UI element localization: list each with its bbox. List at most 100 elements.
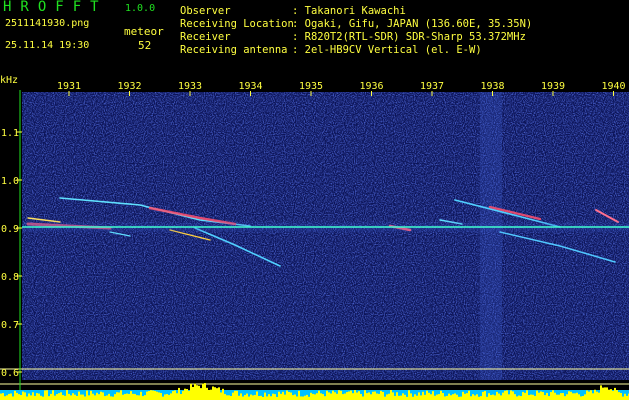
level-bar: [134, 393, 136, 400]
level-bar: [584, 394, 586, 400]
level-bar: [556, 394, 558, 400]
level-bar: [426, 390, 428, 400]
level-bar: [86, 390, 88, 400]
level-bar: [266, 396, 268, 400]
level-bar: [56, 394, 58, 400]
level-bar: [200, 388, 202, 400]
level-bar: [140, 391, 142, 400]
level-bar: [530, 394, 532, 400]
level-bar: [238, 395, 240, 400]
level-bar: [488, 393, 490, 400]
level-bar: [390, 390, 392, 400]
level-bar: [20, 395, 22, 400]
level-bar: [408, 390, 410, 400]
level-bar: [156, 391, 158, 400]
level-bar: [590, 390, 592, 400]
level-bar: [284, 394, 286, 400]
level-bar: [168, 394, 170, 400]
level-bar: [46, 390, 48, 400]
level-bar: [28, 393, 30, 400]
level-bar: [340, 390, 342, 400]
level-bar: [102, 392, 104, 400]
level-bar: [330, 393, 332, 400]
level-bar: [512, 391, 514, 400]
level-bar: [310, 392, 312, 400]
level-bar: [202, 383, 204, 400]
y-axis: 1.1 1.0 0.9 0.8 0.7 0.6: [1, 128, 22, 379]
level-bar: [132, 393, 134, 400]
level-bar: [416, 395, 418, 400]
level-bar: [68, 393, 70, 400]
level-bar: [72, 393, 74, 400]
spectrogram-noise: [22, 92, 629, 380]
x-tick-label: 1937: [420, 81, 444, 92]
level-bar: [550, 392, 552, 400]
level-bar: [50, 393, 52, 400]
level-bar: [126, 393, 128, 400]
level-bar: [62, 395, 64, 400]
level-bar: [560, 393, 562, 400]
level-bar: [122, 394, 124, 400]
level-bar: [110, 396, 112, 400]
level-bar: [26, 396, 28, 400]
level-bar: [0, 393, 2, 400]
level-bar: [402, 393, 404, 400]
level-bar: [350, 390, 352, 400]
level-bar: [522, 391, 524, 400]
level-bar: [292, 395, 294, 400]
level-bar: [216, 388, 218, 400]
level-bar: [116, 392, 118, 400]
level-bar: [500, 395, 502, 400]
level-bar: [142, 396, 144, 400]
level-bar: [434, 395, 436, 400]
level-bar: [174, 390, 176, 400]
level-bar: [520, 396, 522, 400]
level-bar: [8, 393, 10, 400]
level-bar: [130, 391, 132, 400]
level-bar: [324, 396, 326, 400]
level-bar: [94, 395, 96, 400]
level-bar: [4, 396, 6, 400]
level-bar: [430, 394, 432, 400]
level-bar: [226, 395, 228, 400]
level-bar: [608, 389, 610, 400]
level-bar: [128, 393, 130, 400]
level-bar: [378, 393, 380, 400]
level-bar: [258, 396, 260, 400]
level-bar: [24, 392, 26, 400]
level-bar: [154, 390, 156, 400]
level-bar: [322, 394, 324, 400]
level-bar: [306, 394, 308, 400]
level-bar: [410, 393, 412, 400]
interference-column: [480, 92, 502, 380]
level-bar: [572, 393, 574, 400]
level-bar: [104, 396, 106, 400]
level-bar: [562, 393, 564, 400]
level-bar: [474, 395, 476, 400]
x-tick-label: 1933: [178, 81, 202, 92]
level-bar: [606, 387, 608, 400]
level-bar: [338, 390, 340, 400]
level-bar: [88, 395, 90, 400]
level-bar: [236, 390, 238, 400]
level-bar: [218, 387, 220, 400]
level-bar: [388, 393, 390, 400]
level-bar: [108, 393, 110, 400]
level-bar: [318, 390, 320, 400]
level-bar: [160, 392, 162, 400]
level-bar: [554, 392, 556, 400]
level-bar: [604, 387, 606, 400]
level-bar: [392, 392, 394, 400]
level-bar: [344, 393, 346, 400]
level-bar: [54, 395, 56, 400]
level-bar: [404, 394, 406, 400]
level-bar: [516, 396, 518, 400]
level-bar: [58, 393, 60, 400]
level-bar: [300, 396, 302, 400]
level-bar: [336, 393, 338, 400]
level-bar: [622, 396, 624, 400]
level-bar: [514, 394, 516, 400]
level-bar: [302, 396, 304, 400]
level-bar: [468, 390, 470, 400]
level-bar: [420, 395, 422, 400]
